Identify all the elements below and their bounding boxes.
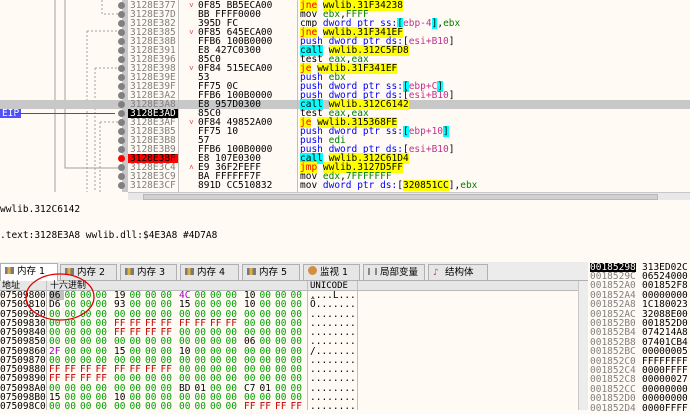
disassembly-view[interactable]: 3128E377 ˅ 0F85 BB5ECA00 jne wwlib.31F34238… xyxy=(0,0,690,192)
breakpoint-toggle[interactable] xyxy=(118,46,125,54)
breakpoint-toggle[interactable] xyxy=(118,55,125,63)
tab-3[interactable]: 内存 3 xyxy=(120,264,177,281)
column-divider xyxy=(297,0,298,192)
info-label: wwlib.312C6142 xyxy=(0,204,81,215)
breakpoint-icon[interactable] xyxy=(118,154,125,162)
jump-direction-icon: ˅ xyxy=(189,0,194,10)
memory-vertical-scrollbar[interactable] xyxy=(578,281,588,410)
horizontal-scrollbar[interactable] xyxy=(128,192,690,200)
instruction-token: mov xyxy=(300,179,323,191)
breakpoint-toggle[interactable] xyxy=(118,37,125,45)
tab-7[interactable]: 局部变量 xyxy=(363,264,425,281)
breakpoint-toggle[interactable] xyxy=(118,118,125,126)
memory-icon xyxy=(125,268,134,275)
tab-label: 内存 4 xyxy=(197,267,226,278)
instruction-bytes: 0F84 515ECA00 xyxy=(198,62,273,74)
instruction: mov dword ptr ds:[320851CC],ebx xyxy=(300,179,478,191)
instruction-bytes: 891D CC510832 xyxy=(198,179,273,191)
info-panel: wwlib.312C6142 .text:3128E3A8 wwlib.dll:… xyxy=(0,200,690,262)
tab-5[interactable]: 内存 5 xyxy=(242,264,300,281)
instruction-address: 3128E3CF xyxy=(130,179,176,191)
tab-label: 内存 3 xyxy=(137,267,166,278)
breakpoint-toggle[interactable] xyxy=(118,28,125,36)
jump-direction-icon: ˅ xyxy=(189,117,194,127)
locals-icon xyxy=(368,268,377,275)
memory-icon xyxy=(247,268,256,275)
breakpoint-toggle[interactable] xyxy=(118,73,125,81)
column-divider xyxy=(178,0,179,192)
tab-label: 监视 1 xyxy=(320,267,349,278)
jump-direction-icon: ˅ xyxy=(189,63,194,73)
annotation-circle xyxy=(25,273,95,321)
breakpoint-toggle[interactable] xyxy=(118,127,125,135)
struct-icon: ♪ xyxy=(433,268,439,278)
memory-icon xyxy=(5,267,14,274)
tab-label: 局部变量 xyxy=(380,267,419,278)
disasm-row[interactable]: 3128E3CF 891D CC510832 mov dword ptr ds:[3… xyxy=(0,179,690,191)
breakpoint-toggle[interactable] xyxy=(118,109,125,117)
breakpoint-toggle[interactable] xyxy=(118,145,125,153)
watch-icon xyxy=(308,266,317,275)
breakpoint-toggle[interactable] xyxy=(118,1,125,9)
jump-direction-icon: ˅ xyxy=(189,27,194,37)
instruction-token: dword ptr ds: xyxy=(322,179,398,191)
breakpoint-toggle[interactable] xyxy=(118,100,125,108)
stack-view[interactable]: 00185298 313ED02C 0018529C 06524000 001852A0… xyxy=(590,262,690,414)
instruction-token: ebx xyxy=(460,179,478,191)
stack-row[interactable]: 001852D4 0000FFFF xyxy=(590,402,690,414)
breakpoint-toggle[interactable] xyxy=(118,181,125,189)
breakpoint-toggle[interactable] xyxy=(118,136,125,144)
breakpoint-toggle[interactable] xyxy=(118,163,125,171)
stack-address: 001852D4 xyxy=(590,402,636,414)
breakpoint-toggle[interactable] xyxy=(118,10,125,18)
tab-8[interactable]: ♪ 结构体 xyxy=(428,264,488,281)
breakpoint-toggle[interactable] xyxy=(118,91,125,99)
eip-arrow xyxy=(15,113,115,114)
tab-label: 结构体 xyxy=(445,267,474,278)
breakpoint-toggle[interactable] xyxy=(118,64,125,72)
info-address: .text:3128E3A8 wwlib.dll:$4E3A8 #4D7A8 xyxy=(0,230,218,241)
jump-direction-icon: ˄ xyxy=(189,162,194,172)
breakpoint-toggle[interactable] xyxy=(118,172,125,180)
tab-4[interactable]: 内存 4 xyxy=(180,264,239,281)
breakpoint-toggle[interactable] xyxy=(118,19,125,27)
stack-value: 0000FFFF xyxy=(642,402,688,414)
memory-icon xyxy=(185,268,194,275)
instruction-token: 320851CC xyxy=(402,179,449,191)
tab-6[interactable]: 监视 1 xyxy=(303,264,360,281)
breakpoint-toggle[interactable] xyxy=(118,82,125,90)
tab-label: 内存 5 xyxy=(259,267,288,278)
